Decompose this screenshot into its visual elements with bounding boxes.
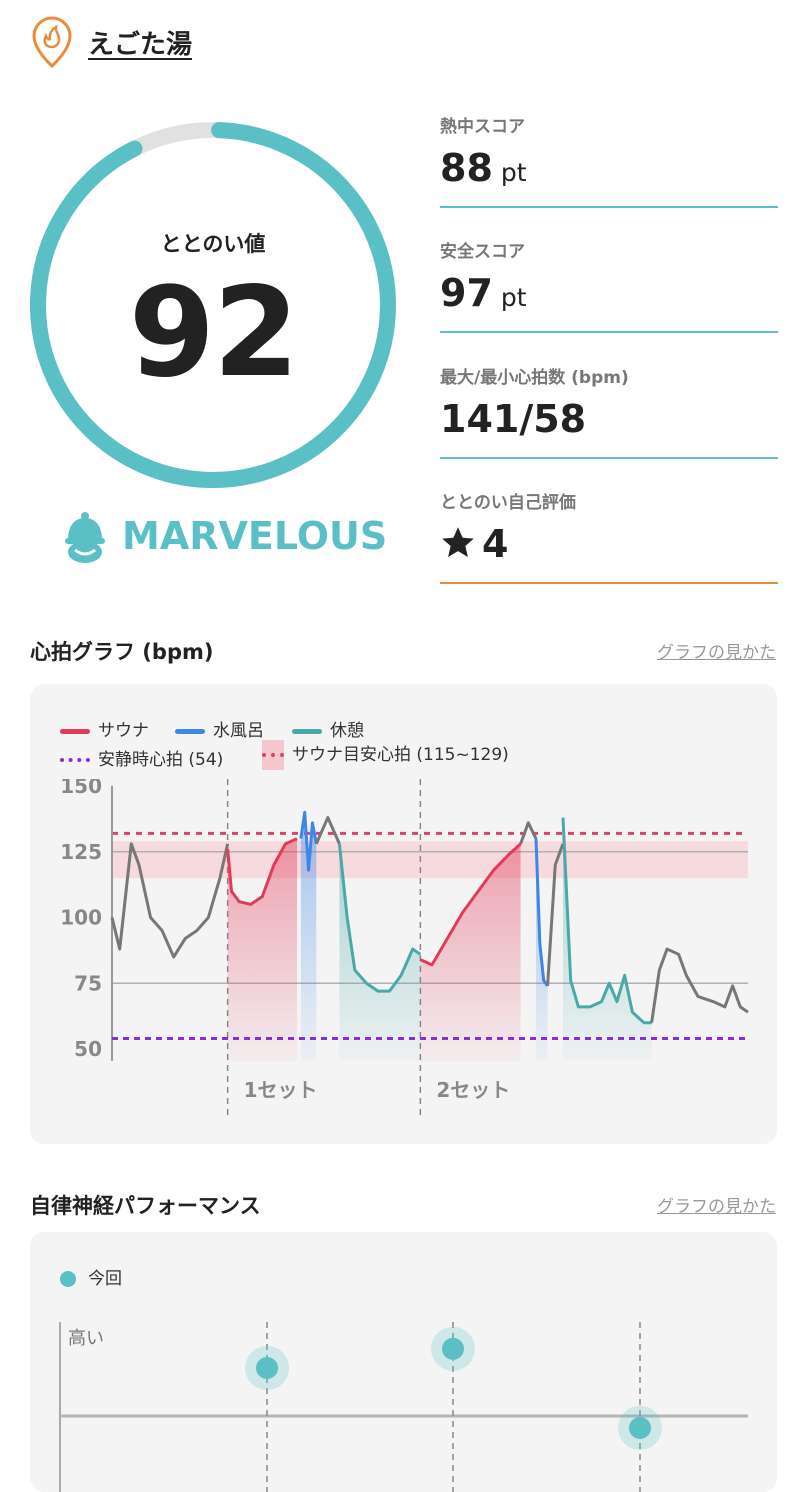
ans-point [629,1417,651,1439]
heart-graph-card: サウナ 水風呂 休憩 安静時心拍 (54) サウナ目安心拍 (115~129) … [30,684,777,1144]
stat-self-rating: ととのい自己評価 4 [440,488,778,598]
heart-rate-chart: 150 125 100 75 50 1セット 2セット [60,779,749,1117]
sauna-swatch [60,728,90,734]
legend-resting-hr: 安静時心拍 (54) [60,745,223,770]
hr-series-post [650,947,749,1023]
rest-swatch [292,728,322,734]
facility-name-link[interactable]: えごた湯 [88,24,192,61]
hr-series-gap1 [314,816,341,845]
target-swatch [262,740,284,770]
ans-point [442,1337,464,1360]
ans-help-link[interactable]: グラフの見かた [657,1192,776,1217]
stat-label: 最大/最小心拍数 (bpm) [440,368,629,388]
ans-title: 自律神経パフォーマンス [30,1194,261,1218]
legend-sauna: サウナ [60,716,149,741]
stat-label: 熱中スコア [440,117,525,137]
y-tick-label: 75 [74,971,102,995]
legend-current: 今回 [60,1264,122,1289]
heart-graph-help-link[interactable]: グラフの見かた [657,638,776,663]
hr-series-gap2 [519,821,538,845]
divider [440,206,778,208]
stat-value: 97 pt [440,271,527,315]
divider [440,582,778,584]
set-label: 1セット [244,1078,318,1102]
stat-heat-score: 熱中スコア 88 pt [440,112,778,222]
stat-value: 4 [440,522,508,566]
heart-graph-title: 心拍グラフ (bpm) [30,640,214,664]
y-tick-label: 50 [74,1037,102,1061]
y-tick-label: 100 [60,906,102,930]
set-label: 2セット [436,1078,510,1102]
legend-rest: 休憩 [292,716,364,741]
stat-safety-score: 安全スコア 97 pt [440,237,778,347]
target-band [112,841,748,879]
score-label: ととのい値 [160,232,266,256]
bell-character-icon [65,512,105,563]
ans-point [256,1357,278,1379]
stat-value: 88 pt [440,146,527,190]
star-icon [442,527,474,557]
ans-chart: 高い [59,1322,748,1492]
y-tick-label: 150 [60,779,102,798]
divider [440,457,778,459]
stat-heart-rate-range: 最大/最小心拍数 (bpm) 141/58 [440,363,778,473]
ans-card: 今回 高い [30,1232,777,1492]
legend-cold: 水風呂 [175,716,264,741]
resting-swatch [60,758,90,762]
score-value: 92 [128,261,300,405]
flame-location-icon [32,16,72,68]
ans-y-label: 高い [68,1328,104,1349]
stat-value: 141/58 [440,397,587,441]
rank-label: MARVELOUS [122,514,388,558]
legend-target-hr: サウナ目安心拍 (115~129) [262,740,509,770]
divider [440,331,778,333]
cold-swatch [175,728,205,734]
stat-label: ととのい自己評価 [440,493,576,513]
current-dot-swatch [60,1271,76,1287]
stat-label: 安全スコア [440,242,525,262]
y-tick-label: 125 [60,840,102,864]
